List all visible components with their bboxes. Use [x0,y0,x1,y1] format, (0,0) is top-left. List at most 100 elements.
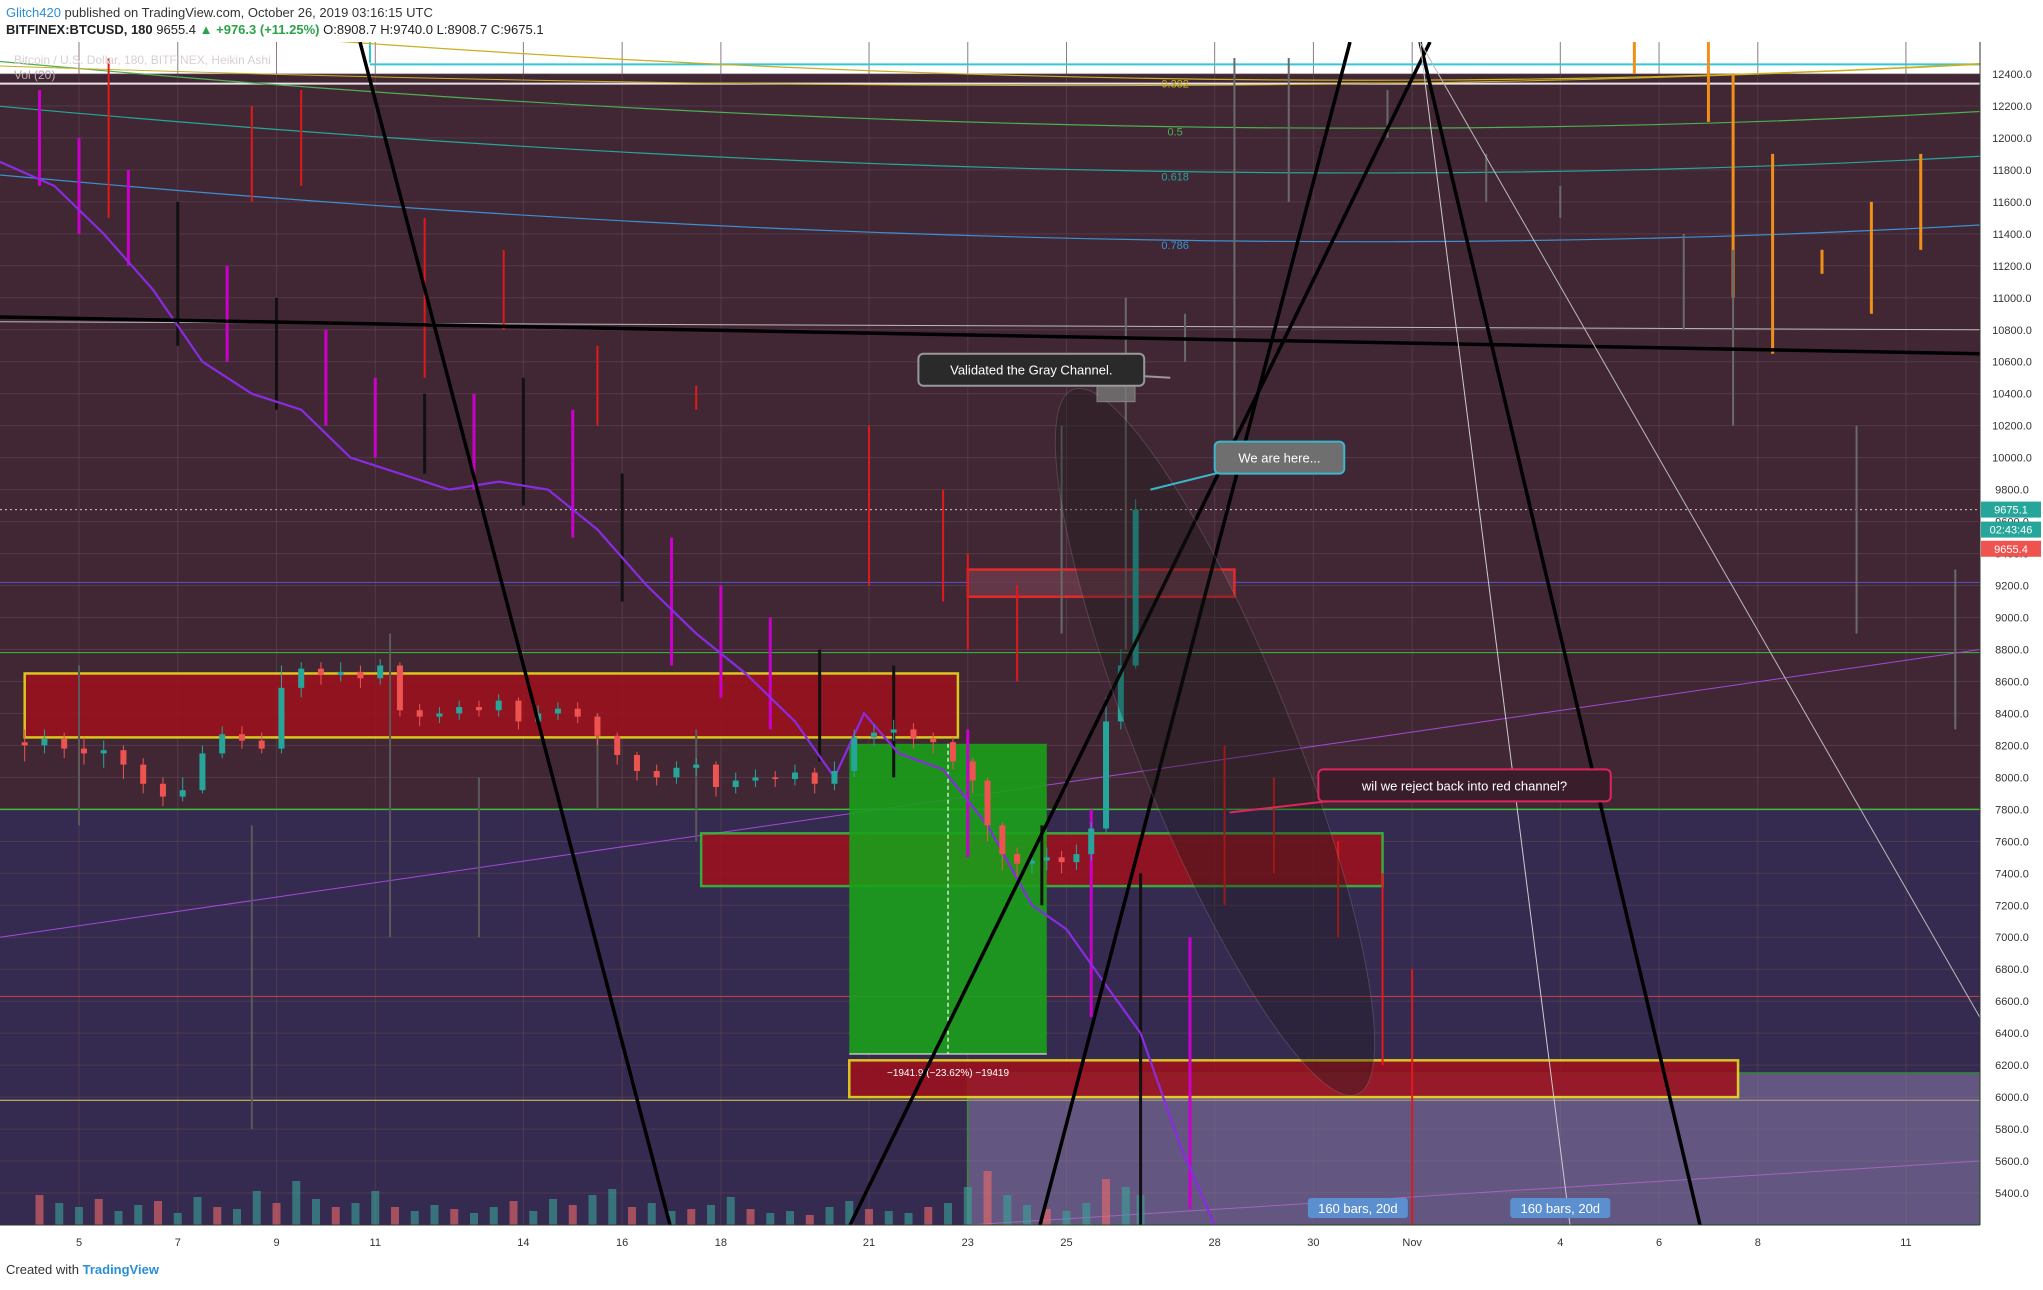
fib-label: 0.786 [1161,240,1189,252]
candle-body [1088,828,1095,855]
legend-volume: Vol (20) [14,68,55,82]
volume-bar [983,1171,992,1225]
time-tick-label: 5 [76,1237,82,1249]
legend-title: Bitcoin / U.S. Dollar, 180, BITFINEX, He… [14,53,271,67]
candle-body [219,734,226,754]
price-tick-label: 10800.0 [1992,325,2032,337]
price-tick-label: 11600.0 [1993,197,2032,209]
volume-bar [924,1207,933,1225]
volume-bar [766,1213,775,1225]
candle-body [179,790,186,797]
symbol-label: BITFINEX:BTCUSD, 180 [6,22,153,37]
time-tick-label: 11 [370,1237,381,1249]
candle-body [910,729,917,740]
price-zone [23,672,960,739]
time-tick-label: 23 [962,1237,974,1249]
volume-bar [568,1205,577,1225]
price-badge-text: 9675.1 [1994,505,2028,517]
volume-bar [628,1207,637,1225]
volume-bar [904,1213,913,1225]
candle-body [693,764,700,768]
price-tick-label: 12400.0 [1992,69,2032,81]
volume-bar [410,1211,419,1225]
footer: Created with TradingView [6,1262,159,1277]
candle-body [984,780,991,826]
publish-line: Glitch420 published on TradingView.com, … [6,5,433,20]
volume-bar [35,1195,44,1225]
time-tick-label: 9 [273,1237,279,1249]
price-tick-label: 11000.0 [1993,293,2032,305]
volume-bar [470,1213,479,1225]
price-tick-label: 5800.0 [1995,1124,2029,1136]
volume-bar [272,1203,281,1225]
author-link[interactable]: Glitch420 [6,5,61,20]
tradingview-logo[interactable]: TradingView [83,1262,159,1277]
candle-body [574,708,581,717]
volume-bar [134,1205,143,1225]
price-tick-label: 10200.0 [1992,421,2032,433]
chart-header: Glitch420 published on TradingView.com, … [0,0,2043,42]
price-tick-label: 9200.0 [1995,581,2029,593]
candle-body [80,748,87,754]
price-tick-label: 6800.0 [1995,964,2029,976]
candle-body [258,740,265,749]
time-tick-label: 28 [1209,1237,1221,1249]
price-tick-label: 8800.0 [1995,644,2029,656]
candle-body [357,671,364,679]
volume-bar [865,1209,874,1225]
callout-text: Validated the Gray Channel. [950,363,1112,378]
volume-bar [371,1191,380,1225]
candle-body [1043,857,1050,861]
volume-bar [805,1215,814,1225]
candle-body [278,687,285,749]
price-chart[interactable]: 0.382 0.5 0.618 0.786 −1941.9 (−23.62%) −19… [0,42,2043,1260]
price-tick-label: 7600.0 [1995,836,2029,848]
price-tick-label: 7200.0 [1995,900,2029,912]
time-tick-label: 18 [715,1237,727,1249]
price-tick-label: 9000.0 [1995,613,2029,625]
volume-bar [391,1207,400,1225]
price-tick-label: 9800.0 [1995,485,2029,497]
volume-bar [509,1201,518,1225]
candle-body [238,734,245,741]
candle-body [436,713,443,717]
volume-bar [75,1207,84,1225]
volume-bar [707,1205,716,1225]
callout-text: wil we reject back into red channel? [1361,778,1567,793]
time-tick-label: Nov [1402,1237,1422,1249]
candle-body [298,668,305,688]
volume-bar [1062,1211,1071,1225]
volume-bar [608,1189,617,1225]
price-change: ▲ +976.3 (+11.25%) [199,22,320,37]
volume-bar [825,1207,834,1225]
price-badge-text: 9655.4 [1994,544,2028,556]
candle-body [831,770,838,784]
time-tick-label: 21 [863,1237,875,1249]
candle-body [140,764,147,784]
candle-body [653,770,660,778]
volume-bar [786,1211,795,1225]
candle-body [61,739,68,749]
volume-bar [687,1209,696,1225]
candle-body [999,825,1006,855]
price-tick-label: 6400.0 [1995,1028,2029,1040]
volume-bar [944,1203,953,1225]
volume-bar [252,1191,261,1225]
price-tick-label: 6200.0 [1995,1060,2029,1072]
candle-body [456,707,463,714]
volume-bar [233,1209,242,1225]
time-axis[interactable]: 5 7 9 11 14 16 18 21 23 25 28 30 Nov 4 6 8 11 [0,1224,1980,1260]
candle-body [673,767,680,778]
candle-body [41,739,48,746]
fib-label: 0.618 [1161,171,1189,183]
price-tick-label: 11200.0 [1993,261,2032,273]
fib-label: 0.382 [1161,79,1189,91]
price-tick-label: 6600.0 [1995,996,2029,1008]
price-badge-text: 02:43:46 [1990,525,2033,537]
candle-body [752,777,759,781]
last-price: 9655.4 [156,22,197,37]
candle-body [120,750,127,765]
volume-bar [726,1197,735,1225]
price-tick-label: 8200.0 [1995,740,2029,752]
volume-bar [647,1203,656,1225]
